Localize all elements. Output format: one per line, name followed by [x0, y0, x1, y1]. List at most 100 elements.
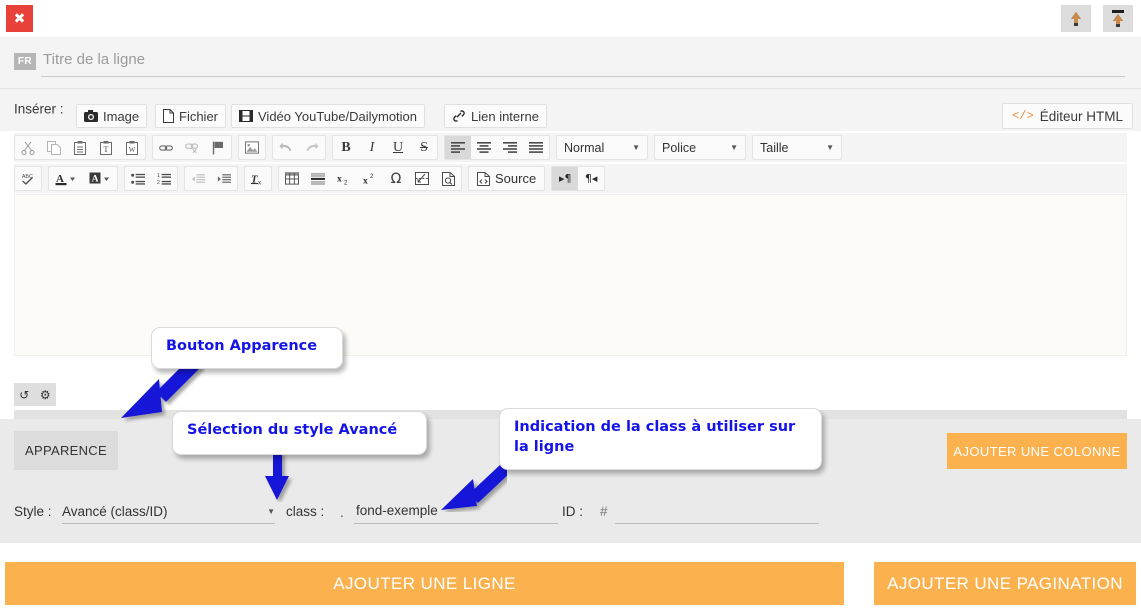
callout-bouton-apparence: Bouton Apparence	[151, 327, 343, 369]
ltr-button[interactable]: ▸¶	[552, 167, 579, 190]
toolbar-image-button[interactable]	[239, 136, 265, 159]
chevron-down-icon: ▼	[730, 143, 738, 152]
arrow-up-icon	[1071, 11, 1081, 26]
background-color-button[interactable]: A	[83, 167, 117, 190]
cut-button[interactable]	[15, 136, 41, 159]
page-break-button[interactable]	[409, 167, 435, 190]
paragraph-format-select[interactable]: Normal ▼	[556, 135, 648, 160]
image-group	[238, 135, 266, 160]
gear-icon[interactable]: ⚙	[40, 388, 51, 402]
move-up-button[interactable]	[1061, 5, 1091, 32]
top-bar: ✖	[0, 0, 1141, 37]
page-break-icon	[415, 172, 429, 185]
strikethrough-button[interactable]: S	[411, 136, 437, 159]
rtl-button[interactable]: ¶◂	[578, 167, 604, 190]
paste-button[interactable]	[67, 136, 93, 159]
svg-text:1: 1	[157, 173, 160, 179]
editor-toolbar-row-2: ABC A A 1 2 T x x 2 x 2 Ω Source ▸¶ ¶◂	[14, 164, 1127, 193]
special-character-button[interactable]: Ω	[383, 167, 409, 190]
spellcheck-icon: ABC	[22, 174, 33, 185]
underline-button[interactable]: U	[385, 136, 411, 159]
reset-icon[interactable]: ↺	[19, 388, 29, 402]
language-badge: FR	[14, 53, 36, 70]
insert-internal-link-button[interactable]: Lien interne	[444, 104, 547, 128]
superscript-button[interactable]: x 2	[357, 167, 383, 190]
copy-button[interactable]	[41, 136, 67, 159]
cut-icon	[21, 141, 35, 155]
unlink-button[interactable]	[179, 136, 205, 159]
history-group	[272, 135, 326, 160]
source-button-label: Source	[495, 171, 537, 186]
align-left-button[interactable]	[445, 136, 471, 159]
background-color-icon: A	[89, 172, 109, 184]
callout-selection-style: Sélection du style Avancé	[172, 411, 427, 455]
subscript-button[interactable]: x 2	[331, 167, 357, 190]
text-color-button[interactable]: A	[49, 167, 83, 190]
remove-format-button[interactable]: T x	[245, 167, 271, 190]
align-center-icon	[477, 142, 491, 153]
link-icon	[453, 110, 465, 122]
align-justify-icon	[529, 142, 543, 153]
numbered-list-button[interactable]: 1 2	[151, 167, 177, 190]
spellcheck-group: ABC	[14, 166, 42, 191]
apparence-button[interactable]: APPARENCE	[14, 431, 118, 470]
id-input[interactable]	[615, 500, 819, 524]
id-prefix: #	[600, 504, 608, 519]
insert-video-button[interactable]: Vidéo YouTube/Dailymotion	[231, 104, 426, 128]
svg-text:2: 2	[157, 180, 160, 185]
outdent-icon	[191, 173, 205, 183]
svg-text:x: x	[337, 173, 342, 184]
add-pagination-button[interactable]: AJOUTER UNE PAGINATION	[874, 562, 1136, 605]
link-group	[152, 135, 232, 160]
outdent-button[interactable]	[185, 167, 211, 190]
undo-button[interactable]	[273, 136, 299, 159]
line-title-input[interactable]	[41, 47, 1125, 77]
align-right-icon	[503, 142, 517, 153]
paste-text-icon: T	[100, 140, 112, 155]
paste-icon	[74, 140, 86, 155]
bold-button[interactable]: B	[333, 136, 359, 159]
table-button[interactable]	[279, 167, 305, 190]
class-input[interactable]	[354, 500, 558, 524]
paste-from-word-button[interactable]: W	[119, 136, 145, 159]
align-justify-button[interactable]	[523, 136, 549, 159]
anchor-button[interactable]	[205, 136, 231, 159]
italic-button[interactable]: I	[359, 136, 385, 159]
align-center-button[interactable]	[471, 136, 497, 159]
preview-button[interactable]	[435, 167, 461, 190]
spellcheck-button[interactable]: ABC	[15, 167, 41, 190]
copy-icon	[47, 140, 61, 155]
id-label: ID :	[562, 504, 584, 519]
insert-file-button[interactable]: Fichier	[155, 104, 227, 128]
redo-icon	[306, 142, 319, 151]
table-icon	[285, 172, 299, 185]
add-row-button[interactable]: AJOUTER UNE LIGNE	[5, 562, 844, 605]
paste-as-text-button[interactable]: T	[93, 136, 119, 159]
insert-file-label: Fichier	[179, 108, 219, 124]
insert-video-label: Vidéo YouTube/Dailymotion	[258, 108, 418, 124]
svg-text:2: 2	[370, 173, 374, 180]
add-column-button[interactable]: AJOUTER UNE COLONNE	[947, 433, 1127, 469]
svg-text:2: 2	[344, 179, 348, 186]
indent-button[interactable]	[211, 167, 237, 190]
align-right-button[interactable]	[497, 136, 523, 159]
redo-button[interactable]	[299, 136, 325, 159]
font-family-select[interactable]: Police ▼	[654, 135, 746, 160]
superscript-icon: x 2	[363, 173, 374, 186]
style-select[interactable]: Avancé (class/ID) ▼	[62, 500, 275, 524]
bulleted-list-button[interactable]	[125, 167, 151, 190]
numbered-list-icon: 1 2	[157, 173, 171, 185]
font-size-select[interactable]: Taille ▼	[752, 135, 842, 160]
source-button[interactable]: Source	[468, 166, 546, 191]
font-family-value: Police	[662, 140, 697, 155]
insert-image-button[interactable]: Image	[76, 104, 148, 128]
insert-link-button[interactable]	[153, 136, 179, 159]
source-icon	[477, 171, 490, 186]
horizontal-rule-button[interactable]	[305, 167, 331, 190]
close-button[interactable]: ✖	[6, 5, 33, 32]
move-to-top-button[interactable]	[1103, 5, 1133, 32]
film-icon	[239, 110, 253, 122]
insert-label: Insérer :	[14, 101, 64, 117]
svg-text:W: W	[129, 146, 136, 154]
html-editor-button[interactable]: </> Éditeur HTML	[1002, 103, 1133, 129]
